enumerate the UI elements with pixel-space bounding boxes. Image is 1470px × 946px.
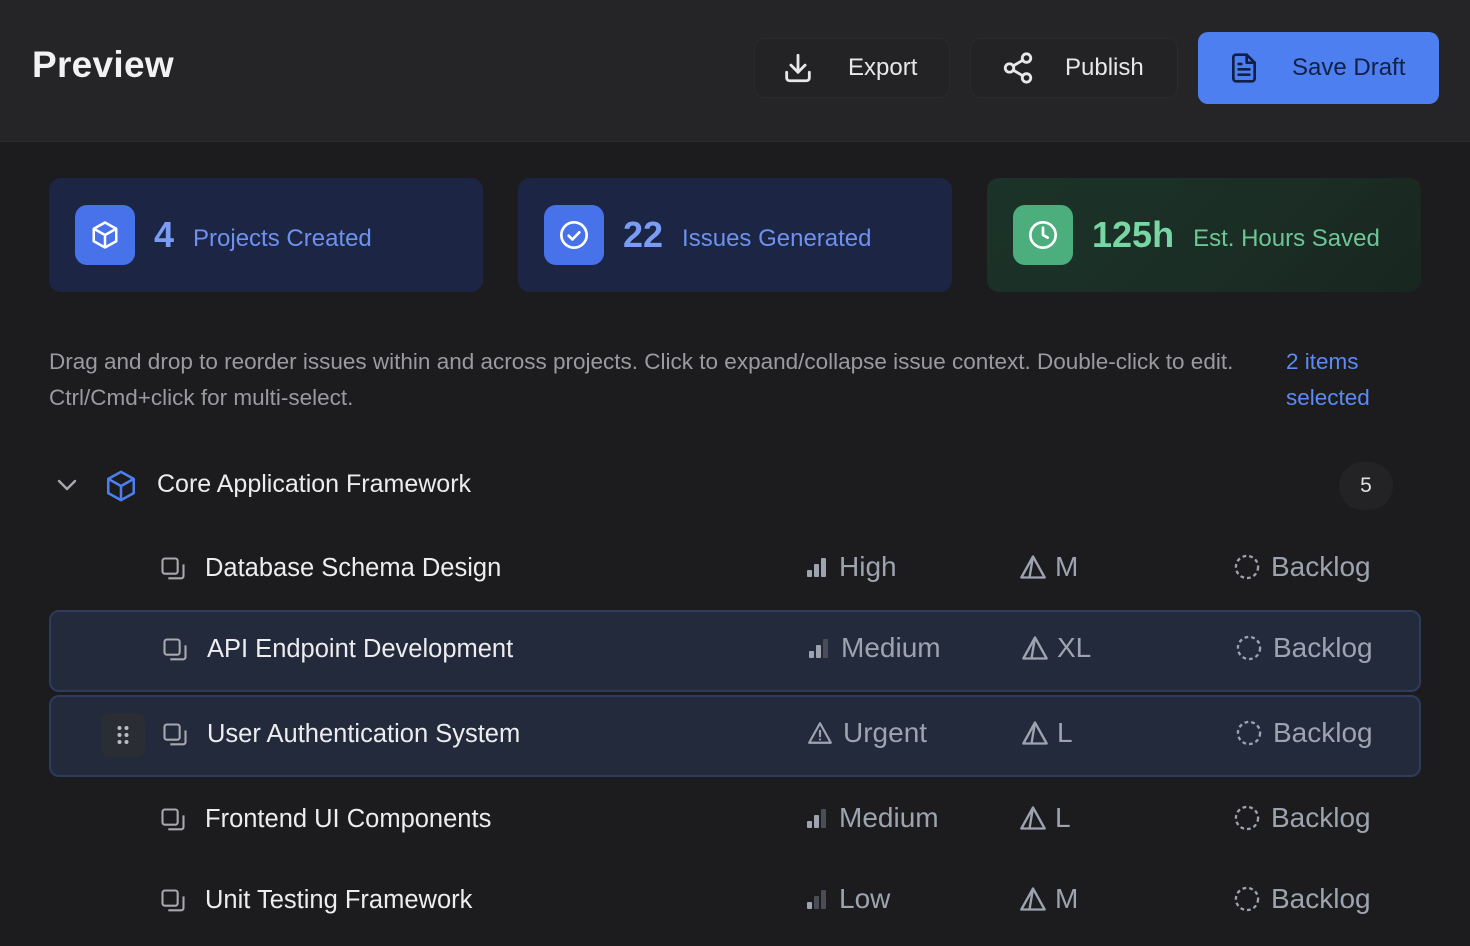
estimate-field[interactable]: M	[1019, 551, 1078, 583]
status-field[interactable]: Backlog	[1235, 717, 1373, 749]
status-value: Backlog	[1271, 802, 1371, 833]
drag-handle[interactable]	[101, 713, 145, 757]
backlog-status-icon	[1234, 886, 1260, 912]
estimate-field[interactable]: L	[1019, 802, 1071, 834]
check-circle-icon	[544, 205, 604, 265]
stat-label: Est. Hours Saved	[1193, 225, 1380, 252]
instructions-text: Drag and drop to reorder issues within a…	[49, 349, 1234, 410]
status-value: Backlog	[1271, 883, 1371, 914]
issue-icon	[163, 638, 187, 661]
cube-icon	[75, 205, 135, 265]
status-field[interactable]: Backlog	[1233, 802, 1371, 834]
top-bar: Preview Export Publish Save Draft	[0, 0, 1470, 142]
issue-title[interactable]: User Authentication System	[207, 720, 520, 749]
share-icon	[1003, 52, 1033, 84]
estimate-value: L	[1057, 717, 1073, 748]
status-value: Backlog	[1273, 632, 1373, 663]
stat-label: Issues Generated	[682, 225, 872, 252]
stat-card-hours: 125h Est. Hours Saved	[987, 178, 1421, 292]
page-title: Preview	[32, 44, 174, 85]
project-name: Core Application Framework	[157, 470, 472, 498]
issue-icon	[161, 808, 185, 831]
export-button[interactable]: Export	[754, 38, 950, 98]
priority-value: High	[839, 551, 897, 582]
issue-icon	[161, 889, 185, 912]
issue-icon	[161, 557, 185, 580]
cube-icon	[106, 470, 136, 502]
estimate-icon	[1020, 806, 1046, 830]
stat-value: 22	[623, 214, 664, 255]
estimate-value: M	[1055, 551, 1079, 582]
estimate-icon	[1020, 555, 1046, 579]
estimate-value: L	[1055, 802, 1071, 833]
estimate-value: XL	[1057, 632, 1092, 663]
priority-bars-icon	[807, 809, 826, 828]
issue-title[interactable]: Unit Testing Framework	[205, 886, 472, 915]
download-icon	[785, 53, 811, 83]
issue-count-badge: 5	[1339, 462, 1393, 510]
status-field[interactable]: Backlog	[1235, 632, 1373, 664]
save-draft-label: Save Draft	[1292, 54, 1406, 81]
stat-label: Projects Created	[193, 225, 372, 252]
stat-card-issues: 22 Issues Generated	[518, 178, 952, 292]
estimate-value: M	[1055, 883, 1079, 914]
estimate-field[interactable]: M	[1019, 883, 1078, 915]
backlog-status-icon	[1236, 635, 1262, 661]
issue-row[interactable]: User Authentication System Urgent L Back…	[49, 695, 1421, 777]
stat-value: 125h	[1092, 214, 1175, 255]
project-row[interactable]: Core Application Framework 5	[49, 458, 1421, 514]
priority-field[interactable]: Medium	[807, 632, 941, 664]
priority-field[interactable]: High	[805, 551, 897, 583]
status-field[interactable]: Backlog	[1233, 883, 1371, 915]
stat-card-projects: 4 Projects Created	[49, 178, 483, 292]
issue-row[interactable]: Database Schema Design High M Backlog	[49, 529, 1421, 611]
warning-icon	[808, 722, 832, 744]
publish-button[interactable]: Publish	[970, 38, 1178, 98]
estimate-icon	[1022, 636, 1048, 660]
priority-field[interactable]: Low	[805, 883, 890, 915]
issue-row[interactable]: Unit Testing Framework Low M Backlog	[49, 861, 1421, 943]
backlog-status-icon	[1234, 805, 1260, 831]
save-draft-button[interactable]: Save Draft	[1198, 32, 1439, 104]
priority-field[interactable]: Medium	[805, 802, 939, 834]
publish-label: Publish	[1065, 54, 1144, 81]
issue-row[interactable]: API Endpoint Development Medium XL Backl…	[49, 610, 1421, 692]
export-label: Export	[848, 54, 918, 81]
estimate-icon	[1020, 887, 1046, 911]
priority-field[interactable]: Urgent	[807, 717, 927, 749]
grip-icon	[117, 726, 129, 744]
issue-icon	[163, 723, 187, 746]
priority-value: Low	[839, 883, 891, 914]
backlog-status-icon	[1234, 554, 1260, 580]
document-icon	[1232, 53, 1256, 83]
selection-count[interactable]: 2 items selected	[1286, 344, 1406, 416]
backlog-status-icon	[1236, 720, 1262, 746]
status-value: Backlog	[1273, 717, 1373, 748]
priority-value: Urgent	[843, 717, 928, 748]
priority-bars-icon	[807, 890, 826, 909]
stat-value: 4	[154, 214, 175, 255]
priority-value: Medium	[839, 802, 939, 833]
issue-title[interactable]: Frontend UI Components	[205, 805, 491, 834]
issue-title[interactable]: API Endpoint Development	[207, 635, 513, 664]
status-field[interactable]: Backlog	[1233, 551, 1371, 583]
issue-title[interactable]: Database Schema Design	[205, 554, 501, 583]
chevron-down-icon[interactable]	[55, 476, 79, 494]
estimate-field[interactable]: L	[1021, 717, 1073, 749]
priority-bars-icon	[809, 639, 828, 658]
estimate-icon	[1022, 721, 1048, 745]
estimate-field[interactable]: XL	[1021, 632, 1091, 664]
status-value: Backlog	[1271, 551, 1371, 582]
priority-bars-icon	[807, 558, 826, 577]
priority-value: Medium	[841, 632, 941, 663]
issue-row[interactable]: Frontend UI Components Medium L Backlog	[49, 780, 1421, 862]
clock-icon	[1013, 205, 1073, 265]
